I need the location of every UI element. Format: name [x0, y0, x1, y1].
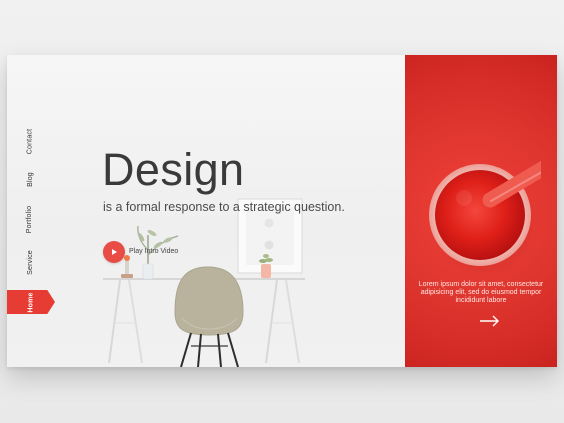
nav-item-contact[interactable]: Contact — [7, 127, 53, 155]
nav-item-service-label: Service — [26, 249, 34, 275]
frame-inner — [246, 207, 294, 265]
promo-text: Lorem ipsum dolor sit amet, consectetur … — [418, 281, 544, 304]
plant-leaf-4 — [147, 229, 157, 237]
desk-leg-right-back — [285, 279, 300, 364]
desk-leg-left-front — [108, 279, 121, 364]
plant-pot — [261, 264, 271, 278]
chair-shell — [174, 266, 244, 336]
nav-item-blog[interactable]: Blog — [7, 166, 53, 192]
hero-right-panel: Lorem ipsum dolor sit amet, consectetur … — [405, 55, 557, 367]
desk-leg-left-back — [128, 279, 143, 364]
frame-dot-top — [264, 218, 274, 228]
red-cup-image — [429, 160, 541, 276]
small-lamp-base — [121, 274, 133, 278]
next-arrow-button[interactable] — [478, 313, 502, 329]
hero-title: Design — [102, 144, 245, 195]
hero-card: Contact Blog Portfolio Service Home Desi… — [7, 55, 557, 367]
nav-item-portfolio-label: Portfolio — [26, 205, 34, 233]
nav-item-service[interactable]: Service — [7, 248, 53, 276]
nav-item-contact-label: Contact — [26, 128, 34, 154]
hero-subtitle: is a formal response to a strategic ques… — [103, 200, 345, 214]
screen: Contact Blog Portfolio Service Home Desi… — [0, 0, 564, 423]
side-navigation: Contact Blog Portfolio Service Home — [7, 55, 55, 367]
play-video-label[interactable]: Play Intro Video — [129, 248, 178, 255]
glass-vase — [142, 263, 154, 280]
nav-item-blog-label: Blog — [26, 171, 34, 187]
small-lamp-stem — [125, 260, 129, 275]
desk-leg-right-front — [265, 279, 278, 364]
arrow-right-icon — [480, 315, 499, 327]
nav-item-portfolio[interactable]: Portfolio — [7, 204, 53, 234]
chair-leg-left — [180, 332, 192, 367]
nav-item-home[interactable]: Home — [7, 290, 55, 314]
plant-leaf-2 — [163, 237, 173, 243]
cup-liquid-highlight — [456, 190, 472, 206]
chair-leg-mid-left — [197, 333, 202, 367]
frame-dot-bottom — [264, 240, 274, 250]
hero-left-panel: Contact Blog Portfolio Service Home Desi… — [7, 55, 405, 367]
pot-leaf-top — [263, 254, 269, 258]
small-lamp-top — [124, 255, 130, 261]
chair-highlight — [181, 317, 238, 330]
play-video-button[interactable] — [103, 241, 125, 263]
pot-leaf-left — [259, 259, 267, 263]
play-icon — [112, 249, 117, 255]
chair-leg-mid-right — [217, 333, 222, 367]
plant-leaf-3 — [137, 232, 145, 242]
pot-leaf-right — [265, 258, 273, 262]
nav-item-home-label: Home — [27, 291, 35, 313]
chair-leg-right — [227, 332, 239, 367]
plant-branch-left — [137, 225, 149, 251]
